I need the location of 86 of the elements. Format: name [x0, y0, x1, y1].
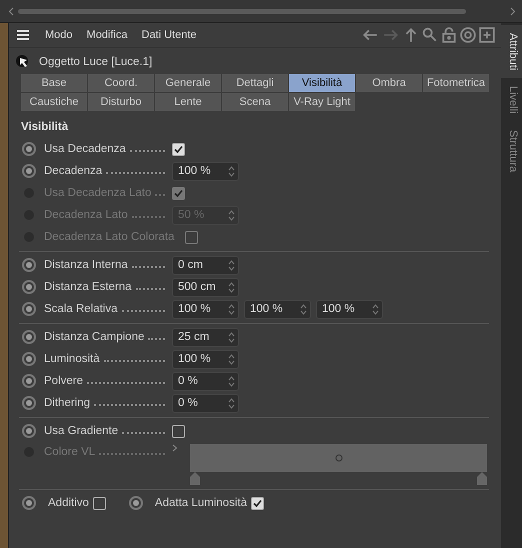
- field-label: Scala Relativa: [44, 303, 118, 315]
- horizontal-scrollbar[interactable]: [18, 8, 466, 14]
- spinner-arrows-icon[interactable]: [228, 302, 235, 316]
- menu-item[interactable]: Modifica: [86, 29, 128, 41]
- search-icon[interactable]: [422, 27, 438, 43]
- number-field[interactable]: 100 %: [172, 162, 239, 180]
- tab[interactable]: Coord.: [88, 74, 154, 92]
- side-tab[interactable]: Struttura: [501, 122, 522, 180]
- spinner-arrows-icon[interactable]: [228, 164, 235, 178]
- option-label: Adatta Luminosità: [154, 497, 247, 509]
- keyframe-dot-icon[interactable]: [22, 280, 36, 294]
- number-field[interactable]: 0 %: [172, 372, 239, 390]
- keyframe-dot-icon[interactable]: [22, 352, 36, 366]
- new-panel-icon[interactable]: [479, 27, 495, 43]
- field-label: Distanza Interna: [44, 259, 128, 271]
- side-tab[interactable]: Livelli: [501, 78, 522, 122]
- lock-icon[interactable]: [441, 27, 457, 43]
- checkbox[interactable]: [172, 142, 185, 156]
- field-label: Usa Decadenza: [44, 143, 126, 155]
- keyframe-dot-icon[interactable]: [22, 164, 36, 178]
- scroll-left-icon[interactable]: [8, 6, 14, 16]
- spinner-arrows-icon[interactable]: [300, 302, 307, 316]
- field-label: Decadenza Lato Colorata: [44, 231, 174, 243]
- checkbox[interactable]: [172, 424, 185, 438]
- tab[interactable]: Disturbo: [88, 93, 154, 111]
- tab[interactable]: Ombra: [356, 74, 422, 92]
- tab[interactable]: Lente: [155, 93, 221, 111]
- keyframe-dot-icon[interactable]: [22, 374, 36, 388]
- menu-icon[interactable]: [15, 28, 31, 42]
- menu-item[interactable]: Modo: [45, 29, 73, 41]
- section-title: Visibilità: [20, 120, 70, 135]
- number-field[interactable]: 100 %: [316, 300, 383, 318]
- number-field[interactable]: 25 cm: [172, 328, 239, 346]
- menu-item[interactable]: Dati Utente: [142, 29, 197, 41]
- field-label: Decadenza Lato: [44, 209, 128, 221]
- target-icon[interactable]: [460, 27, 476, 43]
- tab[interactable]: Base: [21, 74, 87, 92]
- field-label: Usa Decadenza Lato: [44, 187, 152, 199]
- keyframe-dot-icon[interactable]: [22, 330, 36, 344]
- gradient-knob-icon[interactable]: [477, 472, 487, 485]
- spinner-arrows-icon[interactable]: [228, 352, 235, 366]
- tab[interactable]: Fotometrica: [423, 74, 489, 92]
- keyframe-dot-icon[interactable]: [22, 424, 36, 438]
- keyframe-dot-icon[interactable]: [22, 258, 36, 272]
- tab[interactable]: Caustiche: [21, 93, 87, 111]
- tab[interactable]: Visibilità: [289, 74, 355, 92]
- checkbox[interactable]: [92, 496, 106, 510]
- back-arrow-icon[interactable]: [361, 27, 379, 43]
- keyframe-dot-icon[interactable]: [22, 142, 36, 156]
- number-field[interactable]: 100 %: [172, 300, 239, 318]
- tab[interactable]: Generale: [155, 74, 221, 92]
- checkbox[interactable]: [250, 496, 264, 510]
- tab[interactable]: Scena: [222, 93, 288, 111]
- option-label: Additivo: [48, 497, 89, 509]
- spinner-arrows-icon[interactable]: [372, 302, 379, 316]
- number-field[interactable]: 500 cm: [172, 278, 239, 296]
- keyframe-dot-icon[interactable]: [22, 396, 36, 410]
- scroll-right-icon[interactable]: [510, 6, 516, 16]
- field-label: Colore VL: [44, 446, 96, 458]
- keyframe-dot-icon[interactable]: [128, 496, 143, 510]
- field-label: Decadenza: [44, 165, 102, 177]
- number-field[interactable]: 100 %: [244, 300, 311, 318]
- field-label: Polvere: [44, 375, 83, 387]
- spinner-arrows-icon[interactable]: [228, 374, 235, 388]
- spinner-arrows-icon[interactable]: [228, 396, 235, 410]
- up-arrow-icon[interactable]: [403, 27, 419, 43]
- field-label: Dithering: [44, 397, 90, 409]
- keyframe-dot-icon[interactable]: [22, 302, 36, 316]
- field-label: Luminosità: [44, 353, 100, 365]
- field-label: Usa Gradiente: [44, 425, 118, 437]
- keyframe-dot-icon[interactable]: [22, 496, 36, 510]
- field-label: Distanza Esterna: [44, 281, 132, 293]
- tab[interactable]: Dettagli: [222, 74, 288, 92]
- number-field[interactable]: 100 %: [172, 350, 239, 368]
- spinner-arrows-icon[interactable]: [228, 330, 235, 344]
- number-field[interactable]: 0 %: [172, 394, 239, 412]
- tab[interactable]: V-Ray Light: [289, 93, 355, 111]
- gradient-midpoint-icon[interactable]: [334, 454, 342, 462]
- field-label: Distanza Campione: [44, 331, 144, 343]
- object-title: Oggetto Luce [Luce.1]: [39, 56, 152, 68]
- gradient-knob-icon[interactable]: [190, 472, 200, 485]
- spinner-arrows-icon[interactable]: [228, 258, 235, 272]
- light-object-icon: [15, 54, 31, 70]
- number-field[interactable]: 0 cm: [172, 256, 239, 274]
- spinner-arrows-icon[interactable]: [228, 280, 235, 294]
- side-tab[interactable]: Attributi: [501, 25, 522, 78]
